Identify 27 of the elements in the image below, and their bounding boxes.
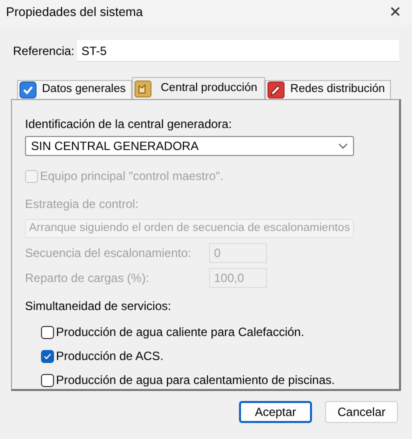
service-checkbox-label: Producción de agua caliente para Calefacción. [56,324,304,342]
tab[interactable]: Redes distribución [265,80,391,99]
folder-icon [134,80,152,98]
checkbox[interactable] [41,374,54,387]
checkbox-icon [19,81,37,99]
dialog-button[interactable]: Aceptar [239,401,312,423]
plant-dropdown[interactable]: SIN CENTRAL GENERADORA [25,136,354,156]
reference-field[interactable]: ST-5 [77,40,399,62]
close-button[interactable]: ✕ [389,5,402,20]
field-label: Secuencia del escalonamiento: [25,245,192,262]
services-label: Simultaneidad de servicios: [25,298,172,316]
checkmark-icon [43,352,52,361]
caret-icon [338,143,348,149]
service-checkbox-label: Producción de ACS. [56,348,164,366]
master-checkbox-label: Equipo principal "control maestro". [40,168,224,185]
checkbox[interactable] [41,326,54,339]
window-title: Propiedades del sistema [6,4,143,22]
checkbox[interactable] [41,350,54,363]
strategy-label: Estrategia de control: [25,196,140,213]
tab[interactable]: Central producción [132,77,266,99]
dialog-button[interactable]: Cancelar [325,401,398,423]
tab[interactable]: Datos generales [17,80,132,99]
service-checkbox-label: Producción de agua para calentamiento de piscinas. [56,372,335,390]
field-label: Reparto de cargas (%): [25,270,150,288]
pencil-icon [267,81,286,99]
plant-label: Identificación de la central generadora: [25,116,233,133]
reference-label: Referencia: [13,43,74,60]
